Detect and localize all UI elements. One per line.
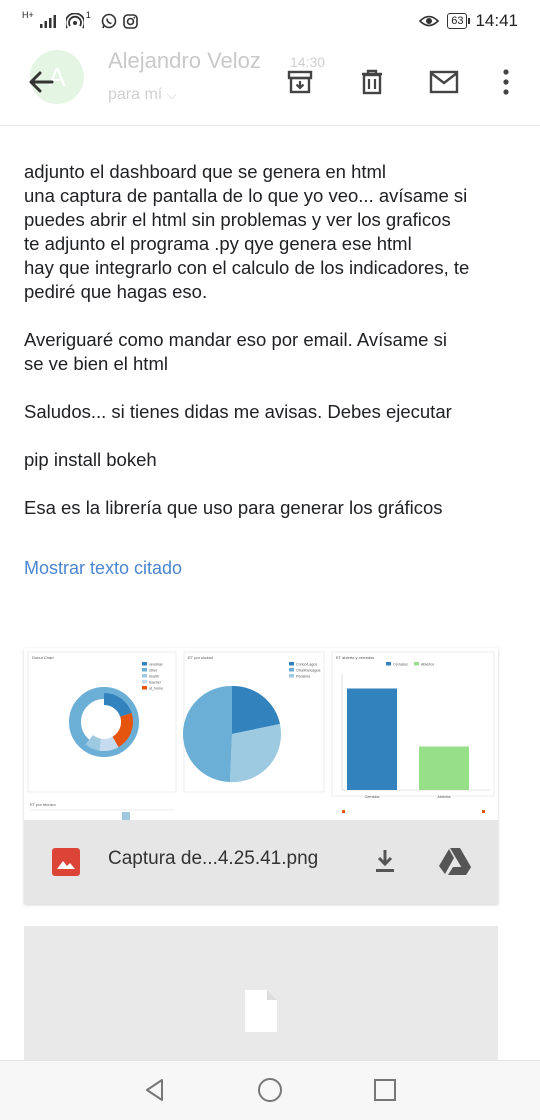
svg-text:Cerrados: Cerrados: [365, 795, 380, 799]
body-line: una captura de pantalla de lo que yo veo…: [24, 185, 468, 206]
trash-icon: [362, 69, 382, 95]
body-line: se ve bien el html: [24, 353, 168, 374]
arrow-left-icon: [29, 71, 54, 93]
sender-name[interactable]: Alejandro Veloz: [108, 48, 261, 74]
download-icon: [376, 850, 394, 872]
recipient-text: para mí: [108, 86, 163, 103]
drive-icon: [439, 848, 471, 875]
nav-back-button[interactable]: [140, 1075, 170, 1105]
battery-indicator: 63: [447, 13, 471, 29]
system-nav-bar: [0, 1060, 540, 1120]
svg-text:at_home: at_home: [149, 686, 163, 690]
nav-home-button[interactable]: [255, 1075, 285, 1105]
network-type: H+: [22, 10, 34, 20]
mark-unread-button[interactable]: [424, 62, 464, 102]
svg-text:Otra/Rancagua: Otra/Rancagua: [296, 668, 320, 672]
body-line: Esa es la librería que uso para generar …: [24, 497, 443, 518]
chevron-down-icon: ⌵: [166, 87, 177, 102]
save-to-drive-button[interactable]: [438, 846, 472, 876]
pie-chart: [182, 685, 282, 783]
body-paragraph-5: Esa es la librería que uso para generar …: [24, 496, 524, 520]
mail-icon: [429, 70, 459, 94]
show-quoted-text-link[interactable]: Mostrar texto citado: [24, 558, 182, 579]
body-line: adjunto el dashboard que se genera en ht…: [24, 161, 387, 182]
svg-text:Cerrados: Cerrados: [393, 662, 408, 666]
triangle-back-icon: [146, 1079, 163, 1101]
image-file-icon: [52, 848, 80, 876]
circle-home-icon: [258, 1078, 282, 1102]
body-line: pediré que hagas eso.: [24, 281, 208, 302]
bar-0: [347, 688, 397, 790]
body-paragraph-4: pip install bokeh: [24, 448, 524, 472]
eye-comfort-icon: [419, 15, 440, 27]
square-recents-icon: [374, 1079, 396, 1101]
archive-button[interactable]: [280, 62, 320, 102]
attachment-thumbnail[interactable]: Donut Chart vendrías other health teache…: [24, 648, 498, 820]
email-body: adjunto el dashboard que se genera en ht…: [24, 160, 524, 544]
dashboard-preview: Donut Chart vendrías other health teache…: [27, 651, 495, 820]
more-vert-icon: [503, 69, 509, 95]
email-header: A Alejandro Veloz 14:30 para mí ⌵: [0, 42, 540, 126]
pie-title: ET por ciudad: [188, 655, 213, 660]
body-line: Saludos... si tienes didas me avisas. De…: [24, 401, 452, 422]
hotspot-icon: [65, 13, 84, 29]
status-bar: H+ 1 63 14:41: [0, 0, 540, 42]
attachment-filename[interactable]: Captura de...4.25.41.png: [108, 848, 318, 870]
clock: 14:41: [475, 11, 518, 30]
notif-count: 1: [85, 10, 91, 20]
body-line: te adjunto el programa .py qye genera es…: [24, 233, 412, 254]
svg-text:Pedalina: Pedalina: [296, 674, 310, 678]
bar-title: ET abierto y cerrados: [336, 655, 374, 660]
attachment-card-2[interactable]: [24, 926, 498, 1076]
instagram-icon: [122, 13, 138, 29]
archive-icon: [287, 70, 313, 94]
svg-text:other: other: [149, 668, 158, 672]
body-line: pip install bokeh: [24, 449, 157, 470]
attachment-bar: Captura de...4.25.41.png: [24, 820, 498, 904]
svg-text:Abiertos: Abiertos: [437, 795, 450, 799]
svg-text:vendrías: vendrías: [149, 662, 163, 666]
nav-recents-button[interactable]: [370, 1075, 400, 1105]
body-line: puedes abrir el html sin problemas y ver…: [24, 209, 451, 230]
body-paragraph-3: Saludos... si tienes didas me avisas. De…: [24, 400, 524, 424]
body-line: hay que integrarlo con el calculo de los…: [24, 257, 470, 278]
whatsapp-icon: [101, 13, 117, 29]
file-icon: [245, 990, 277, 1032]
donut-title: Donut Chart: [32, 655, 54, 660]
svg-text:Abiertos: Abiertos: [421, 662, 434, 666]
delete-button[interactable]: [352, 62, 392, 102]
download-button[interactable]: [370, 846, 400, 876]
svg-text:health: health: [149, 674, 159, 678]
signal-icon: [39, 15, 56, 28]
bar-1: [419, 746, 469, 790]
svg-text:Curicó/Lagos: Curicó/Lagos: [296, 662, 317, 666]
bottom-panel-title: ET por técnico: [30, 802, 56, 807]
svg-text:teacher: teacher: [149, 680, 162, 684]
body-line: Averiguaré como mandar eso por email. Av…: [24, 329, 447, 350]
body-paragraph-2: Averiguaré como mandar eso por email. Av…: [24, 328, 524, 376]
status-right: 63 14:41: [419, 11, 518, 31]
more-options-button[interactable]: [488, 62, 524, 102]
recipient-label[interactable]: para mí ⌵: [108, 86, 177, 104]
status-left: H+ 1: [22, 10, 138, 29]
body-paragraph-1: adjunto el dashboard que se genera en ht…: [24, 160, 524, 304]
attachment-card[interactable]: Donut Chart vendrías other health teache…: [24, 648, 498, 904]
back-button[interactable]: [24, 64, 60, 100]
